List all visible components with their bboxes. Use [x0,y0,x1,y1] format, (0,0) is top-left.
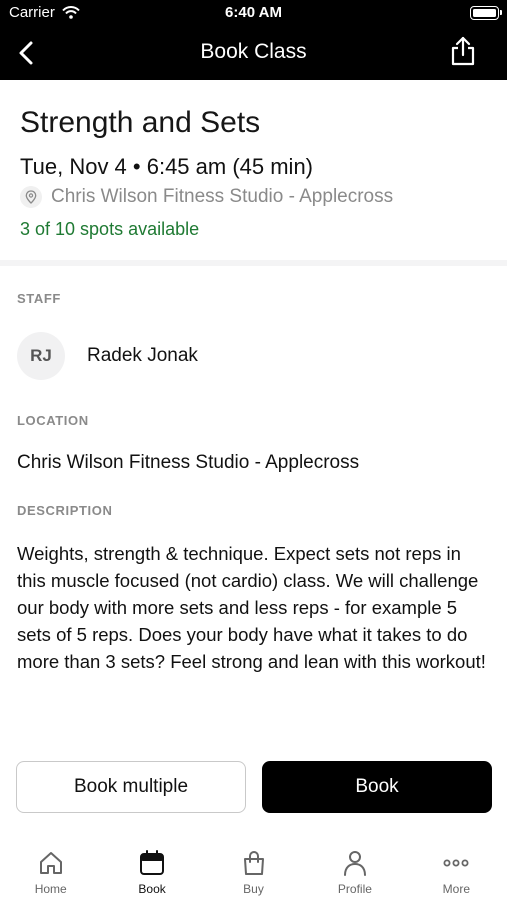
staff-row[interactable]: RJ Radek Jonak [17,332,198,380]
class-header: Strength and Sets Tue, Nov 4 • 6:45 am (… [0,80,507,266]
tab-bar: Home Book Buy Profile More [0,838,507,900]
class-title: Strength and Sets [20,106,261,139]
book-button[interactable]: Book [262,761,492,813]
shopping-bag-icon [243,851,264,875]
location-value: Chris Wilson Fitness Studio - Applecross [17,452,360,473]
location-pin-icon [20,186,42,208]
class-location: Chris Wilson Fitness Studio - Applecross [20,186,393,208]
battery-icon [470,6,502,20]
tab-more-label: More [442,882,470,896]
staff-section-label: STAFF [17,291,61,306]
status-time: 6:40 AM [225,4,282,21]
tab-buy-label: Buy [243,882,264,896]
tab-home-label: Home [34,882,67,896]
more-dots-icon [443,859,469,867]
class-location-text: Chris Wilson Fitness Studio - Applecross [51,186,394,207]
tab-profile-label: Profile [337,882,372,896]
class-description: Weights, strength & technique. Expect se… [17,543,486,672]
location-section-label: LOCATION [17,413,89,428]
status-bar: Carrier 6:40 AM [0,0,507,26]
tab-more[interactable]: More [406,838,507,900]
tab-buy[interactable]: Buy [203,838,304,900]
spots-available: 3 of 10 spots available [20,219,200,239]
tab-book[interactable]: Book [101,838,202,900]
staff-name: Radek Jonak [87,345,198,366]
tab-profile[interactable]: Profile [304,838,405,900]
person-icon [343,851,366,876]
calendar-icon [140,850,165,875]
page-title: Book Class [200,40,307,63]
tab-book-label: Book [138,882,166,896]
tab-home[interactable]: Home [0,838,101,900]
home-icon [39,852,62,874]
nav-bar: Book Class [0,26,507,80]
avatar: RJ [17,332,65,380]
description-section-label: DESCRIPTION [17,503,113,518]
class-datetime: Tue, Nov 4 • 6:45 am (45 min) [20,154,314,179]
book-multiple-button[interactable]: Book multiple [16,761,246,813]
share-icon[interactable] [449,35,477,67]
